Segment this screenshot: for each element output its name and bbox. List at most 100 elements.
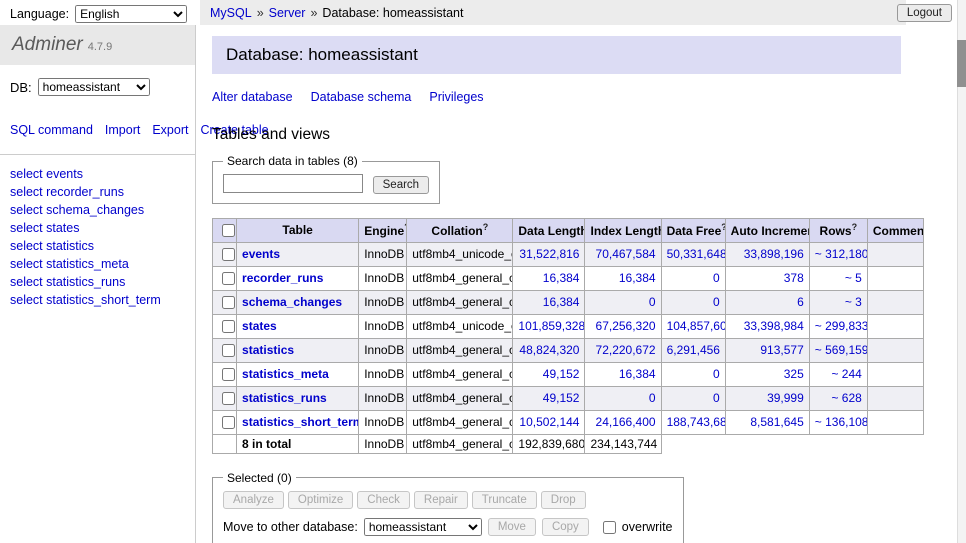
overwrite-label: overwrite <box>622 520 673 534</box>
main-content: Database: homeassistant Alter database Da… <box>200 25 956 543</box>
sidebar-actions: SQL commandImportExportCreate table <box>0 115 180 142</box>
row-checkbox-cell <box>213 410 237 434</box>
bulk-analyze-button[interactable]: Analyze <box>223 491 284 509</box>
sidebar-item-select-statistics-meta[interactable]: select statistics_meta <box>10 257 129 271</box>
breadcrumb-mysql-link[interactable]: MySQL <box>210 6 252 20</box>
page-title: Database: homeassistant <box>212 36 901 74</box>
table-link-schema-changes[interactable]: schema_changes <box>242 295 342 309</box>
bulk-drop-button[interactable]: Drop <box>541 491 586 509</box>
sidebar-item-select-statistics-runs[interactable]: select statistics_runs <box>10 275 125 289</box>
totals-data-length: 192,839,680 <box>513 434 585 453</box>
table-name-cell: statistics <box>237 338 359 362</box>
help-link[interactable]: ? <box>483 222 489 232</box>
sidebar-link-row: select events <box>10 167 185 181</box>
sidebar-item-select-recorder-runs[interactable]: select recorder_runs <box>10 185 124 199</box>
comment-cell <box>867 242 923 266</box>
sidebar-link-row: select statistics_short_term <box>10 293 185 307</box>
sidebar-item-select-statistics-short-term[interactable]: select statistics_short_term <box>10 293 161 307</box>
select-all-checkbox[interactable] <box>222 224 235 237</box>
breadcrumb-separator: » <box>257 6 264 20</box>
collation-cell: utf8mb4_general_ci <box>407 362 513 386</box>
table-link-statistics[interactable]: statistics <box>242 343 294 357</box>
copy-button[interactable]: Copy <box>542 518 589 536</box>
bulk-check-button[interactable]: Check <box>357 491 410 509</box>
overwrite-checkbox[interactable] <box>603 521 616 534</box>
bulk-repair-button[interactable]: Repair <box>414 491 468 509</box>
column-header-engine: Engine? <box>359 218 407 242</box>
bulk-optimize-button[interactable]: Optimize <box>288 491 353 509</box>
row-checkbox[interactable] <box>222 248 235 261</box>
app-brand: Adminer4.7.9 <box>0 25 195 65</box>
db-select[interactable]: homeassistant <box>38 78 150 96</box>
auto-increment-cell: 33,398,984 <box>725 314 809 338</box>
search-input[interactable] <box>223 174 363 193</box>
totals-label: 8 in total <box>237 434 359 453</box>
index-length-cell: 0 <box>585 290 661 314</box>
row-checkbox[interactable] <box>222 344 235 357</box>
sidebar-link-row: select schema_changes <box>10 203 185 217</box>
language-label: Language: <box>10 7 69 21</box>
column-header-rows: Rows? <box>809 218 867 242</box>
help-link[interactable]: ? <box>721 222 725 232</box>
scrollbar-track[interactable] <box>957 0 966 543</box>
table-row-statistics-runs: statistics_runsInnoDButf8mb4_general_ci4… <box>213 386 924 410</box>
logout-button[interactable]: Logout <box>897 4 952 22</box>
table-link-recorder-runs[interactable]: recorder_runs <box>242 271 323 285</box>
column-header-data_free: Data Free? <box>661 218 725 242</box>
data-free-cell: 0 <box>661 266 725 290</box>
auto-increment-cell: 325 <box>725 362 809 386</box>
row-checkbox[interactable] <box>222 272 235 285</box>
sidebar-link-row: select states <box>10 221 185 235</box>
comment-cell <box>867 290 923 314</box>
table-row-recorder-runs: recorder_runsInnoDButf8mb4_general_ci16,… <box>213 266 924 290</box>
breadcrumb-separator: » <box>310 6 317 20</box>
row-checkbox-cell <box>213 266 237 290</box>
export-link[interactable]: Export <box>152 123 188 137</box>
row-checkbox-cell <box>213 338 237 362</box>
tables-header-row: TableEngine?Collation?Data Length?Index … <box>213 218 924 242</box>
table-link-events[interactable]: events <box>242 247 280 261</box>
index-length-cell: 16,384 <box>585 266 661 290</box>
row-checkbox[interactable] <box>222 320 235 333</box>
table-link-statistics-short-term[interactable]: statistics_short_term <box>242 415 359 429</box>
column-header-label: Data Length <box>518 224 585 238</box>
row-checkbox[interactable] <box>222 392 235 405</box>
sidebar-item-select-statistics[interactable]: select statistics <box>10 239 94 253</box>
table-link-statistics-runs[interactable]: statistics_runs <box>242 391 327 405</box>
rows-cell: ~ 136,108 <box>809 410 867 434</box>
move-button[interactable]: Move <box>488 518 536 536</box>
scrollbar-thumb[interactable] <box>957 40 966 87</box>
tables-table: TableEngine?Collation?Data Length?Index … <box>212 218 924 454</box>
table-row-statistics: statisticsInnoDButf8mb4_general_ci48,824… <box>213 338 924 362</box>
sidebar-item-select-schema-changes[interactable]: select schema_changes <box>10 203 144 217</box>
sql-command-link[interactable]: SQL command <box>10 123 93 137</box>
row-checkbox[interactable] <box>222 416 235 429</box>
sidebar-link-row: select statistics <box>10 239 185 253</box>
table-link-states[interactable]: states <box>242 319 277 333</box>
row-checkbox[interactable] <box>222 368 235 381</box>
import-link[interactable]: Import <box>105 123 140 137</box>
breadcrumb-server-link[interactable]: Server <box>269 6 306 20</box>
table-name-cell: events <box>237 242 359 266</box>
data-length-cell: 31,522,816 <box>513 242 585 266</box>
move-database-select[interactable]: homeassistant <box>364 518 482 536</box>
database-links: Alter database Database schema Privileges <box>212 90 956 104</box>
search-button[interactable]: Search <box>373 176 429 194</box>
alter-database-link[interactable]: Alter database <box>212 90 293 104</box>
privileges-link[interactable]: Privileges <box>429 90 483 104</box>
data-free-cell: 50,331,648 <box>661 242 725 266</box>
table-link-statistics-meta[interactable]: statistics_meta <box>242 367 329 381</box>
engine-cell: InnoDB <box>359 290 407 314</box>
row-checkbox[interactable] <box>222 296 235 309</box>
sidebar-item-select-events[interactable]: select events <box>10 167 83 181</box>
sidebar-item-select-states[interactable]: select states <box>10 221 79 235</box>
rows-cell: ~ 244 <box>809 362 867 386</box>
bulk-truncate-button[interactable]: Truncate <box>472 491 537 509</box>
totals-row: 8 in total InnoDB utf8mb4_general_ci 192… <box>213 434 924 453</box>
database-schema-link[interactable]: Database schema <box>311 90 412 104</box>
language-select[interactable]: English <box>75 5 187 23</box>
collation-cell: utf8mb4_general_ci <box>407 266 513 290</box>
help-link[interactable]: ? <box>852 222 858 232</box>
auto-increment-cell: 913,577 <box>725 338 809 362</box>
column-header-auto_increment: Auto Increment? <box>725 218 809 242</box>
